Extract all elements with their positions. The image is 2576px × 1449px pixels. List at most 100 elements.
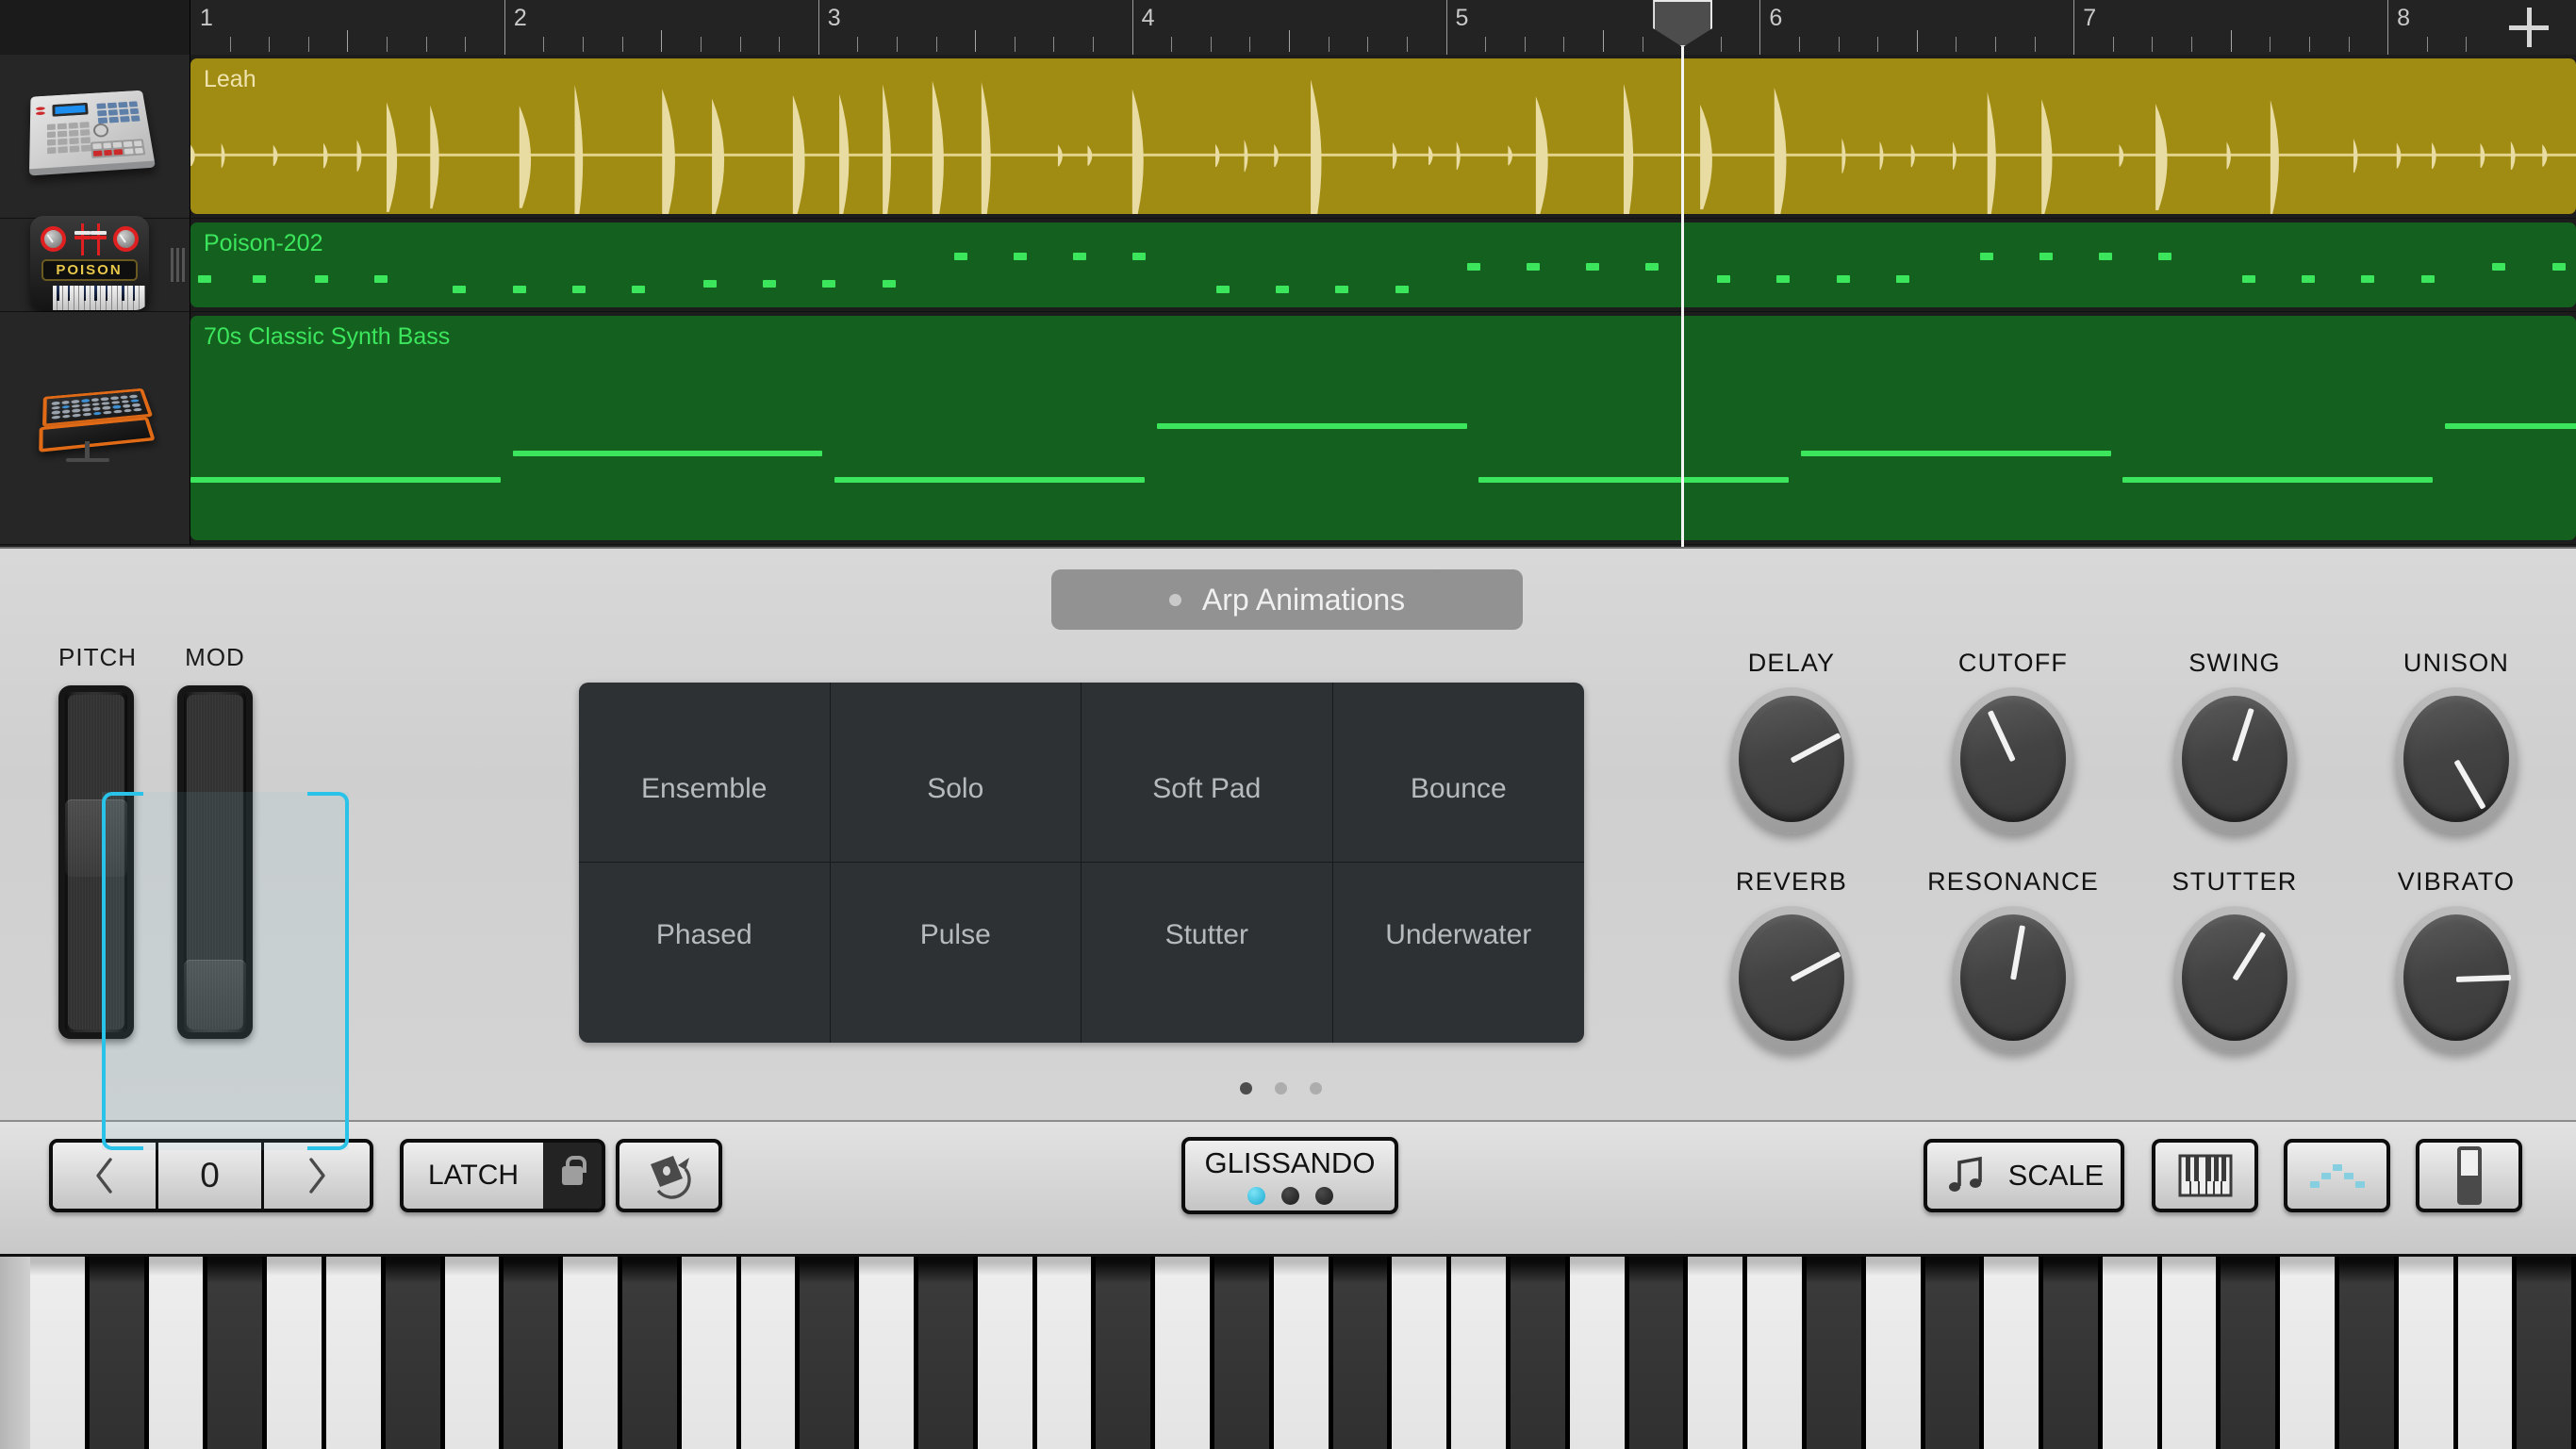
- knob-reverb[interactable]: REVERB: [1702, 867, 1881, 1052]
- octave-down-button[interactable]: [53, 1143, 158, 1209]
- page-dot[interactable]: [1240, 1082, 1252, 1095]
- piano-black-key[interactable]: [386, 1257, 445, 1449]
- piano-white-key[interactable]: [1451, 1257, 1511, 1449]
- track-grip-handle[interactable]: [171, 248, 185, 282]
- midi-note[interactable]: [1527, 263, 1540, 271]
- piano-keys[interactable]: [30, 1257, 2576, 1449]
- midi-region[interactable]: Poison-202: [190, 222, 2576, 307]
- preset-cell-solo[interactable]: Solo: [831, 683, 1082, 863]
- knob-dial[interactable]: [1952, 687, 2074, 833]
- piano-keyboard[interactable]: [0, 1257, 2576, 1449]
- midi-note[interactable]: [1645, 263, 1659, 271]
- pitch-wheel[interactable]: [58, 685, 134, 1039]
- piano-white-key[interactable]: [1866, 1257, 1925, 1449]
- keyboard-view-button[interactable]: [2152, 1139, 2258, 1212]
- midi-note[interactable]: [1014, 253, 1027, 260]
- midi-note[interactable]: [1980, 253, 1993, 260]
- piano-white-key[interactable]: [978, 1257, 1037, 1449]
- piano-white-key[interactable]: [267, 1257, 326, 1449]
- piano-black-key[interactable]: [918, 1257, 978, 1449]
- knob-dial[interactable]: [1730, 687, 1853, 833]
- add-track-button[interactable]: [2482, 0, 2576, 55]
- midi-region[interactable]: 70s Classic Synth Bass: [190, 316, 2576, 540]
- arp-animations-toast[interactable]: Arp Animations: [1051, 569, 1523, 630]
- glissando-dot[interactable]: [1315, 1187, 1333, 1205]
- piano-white-key[interactable]: [859, 1257, 918, 1449]
- midi-note[interactable]: [2421, 275, 2435, 283]
- piano-white-key[interactable]: [563, 1257, 622, 1449]
- midi-note[interactable]: [2039, 253, 2053, 260]
- piano-black-key[interactable]: [1629, 1257, 1689, 1449]
- ruler-ticks[interactable]: 1 2 3 4 5 6 7 8: [190, 0, 2482, 55]
- midi-note[interactable]: [453, 286, 466, 293]
- piano-white-key[interactable]: [1155, 1257, 1214, 1449]
- midi-note[interactable]: [2099, 253, 2112, 260]
- preset-cell-pulse[interactable]: Pulse: [831, 863, 1082, 1043]
- playhead[interactable]: [1681, 0, 1684, 547]
- piano-black-key[interactable]: [1807, 1257, 1866, 1449]
- pitch-wheel-thumb[interactable]: [65, 799, 127, 877]
- piano-black-key[interactable]: [1214, 1257, 1274, 1449]
- midi-note[interactable]: [1395, 286, 1409, 293]
- knob-dial[interactable]: [2395, 687, 2518, 833]
- piano-white-key[interactable]: [741, 1257, 801, 1449]
- piano-black-key[interactable]: [90, 1257, 149, 1449]
- piano-white-key[interactable]: [1037, 1257, 1097, 1449]
- piano-white-key[interactable]: [445, 1257, 504, 1449]
- midi-note[interactable]: [1157, 423, 1467, 429]
- piano-white-key[interactable]: [1688, 1257, 1747, 1449]
- track-lane-1[interactable]: Poison-202: [190, 219, 2576, 312]
- midi-note[interactable]: [253, 275, 266, 283]
- knob-dial[interactable]: [1952, 906, 2074, 1052]
- mod-wheel-thumb[interactable]: [184, 960, 246, 1037]
- track-header-1[interactable]: POISON: [0, 219, 190, 312]
- midi-note[interactable]: [703, 280, 717, 288]
- midi-note[interactable]: [1216, 286, 1230, 293]
- midi-note[interactable]: [513, 451, 823, 456]
- piano-white-key[interactable]: [682, 1257, 741, 1449]
- midi-note[interactable]: [1837, 275, 1850, 283]
- page-dot[interactable]: [1275, 1082, 1287, 1095]
- piano-black-key[interactable]: [2517, 1257, 2576, 1449]
- midi-note[interactable]: [1276, 286, 1289, 293]
- audio-region[interactable]: Leah: [190, 58, 2576, 214]
- piano-black-key[interactable]: [2043, 1257, 2103, 1449]
- midi-note[interactable]: [513, 286, 526, 293]
- sustain-button[interactable]: [616, 1139, 722, 1212]
- midi-note[interactable]: [374, 275, 388, 283]
- piano-white-key[interactable]: [30, 1257, 90, 1449]
- preset-cell-stutter[interactable]: Stutter: [1082, 863, 1333, 1043]
- midi-note[interactable]: [572, 286, 586, 293]
- knob-vibrato[interactable]: VIBRATO: [2367, 867, 2546, 1052]
- piano-white-key[interactable]: [2458, 1257, 2518, 1449]
- midi-note[interactable]: [2445, 423, 2576, 429]
- midi-note[interactable]: [763, 280, 776, 288]
- midi-note[interactable]: [1896, 275, 1909, 283]
- midi-note[interactable]: [315, 275, 328, 283]
- piano-white-key[interactable]: [1274, 1257, 1333, 1449]
- preset-cell-ensemble[interactable]: Ensemble: [579, 683, 831, 863]
- midi-note[interactable]: [1478, 477, 1789, 483]
- midi-note[interactable]: [2552, 263, 2566, 271]
- glissando-mode-dots[interactable]: [1247, 1187, 1333, 1205]
- track-row[interactable]: 70s Classic Synth Bass: [0, 312, 2576, 545]
- piano-black-key[interactable]: [1096, 1257, 1155, 1449]
- track-lane-2[interactable]: 70s Classic Synth Bass: [190, 312, 2576, 545]
- midi-note[interactable]: [2242, 275, 2255, 283]
- piano-white-key[interactable]: [2399, 1257, 2458, 1449]
- midi-note[interactable]: [822, 280, 835, 288]
- mod-wheel[interactable]: [177, 685, 253, 1039]
- piano-white-key[interactable]: [1392, 1257, 1451, 1449]
- piano-white-key[interactable]: [2280, 1257, 2339, 1449]
- knob-cutoff[interactable]: CUTOFF: [1924, 649, 2103, 833]
- midi-note[interactable]: [1467, 263, 1480, 271]
- midi-note[interactable]: [632, 286, 645, 293]
- arpeggiator-toggle-button[interactable]: [2284, 1139, 2390, 1212]
- piano-black-key[interactable]: [1925, 1257, 1985, 1449]
- page-dot[interactable]: [1310, 1082, 1322, 1095]
- piano-black-key[interactable]: [622, 1257, 682, 1449]
- knob-dial[interactable]: [2173, 906, 2296, 1052]
- midi-note[interactable]: [883, 280, 896, 288]
- knob-dial[interactable]: [2173, 687, 2296, 833]
- glissando-button[interactable]: GLISSANDO: [1181, 1137, 1398, 1214]
